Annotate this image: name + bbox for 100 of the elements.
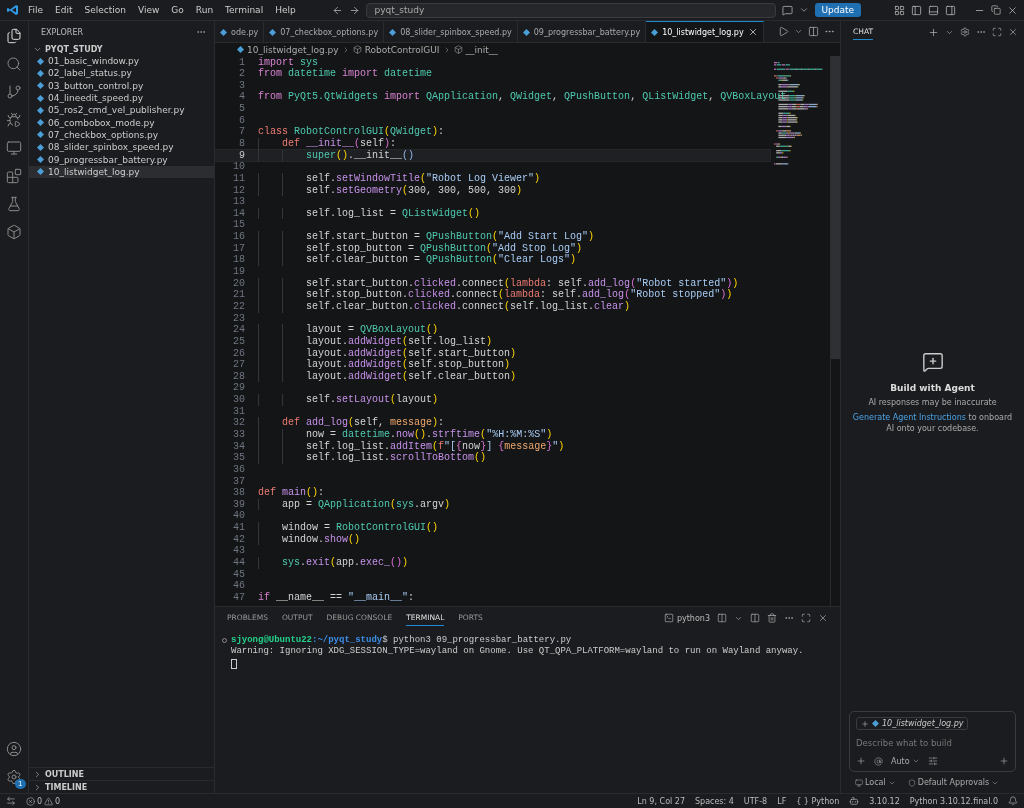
shell-label[interactable]: python3 bbox=[676, 613, 710, 623]
code-line: self.setLayout(layout) bbox=[258, 394, 439, 406]
line-number: 5 bbox=[238, 103, 245, 115]
indentation[interactable]: Spaces: 4 bbox=[694, 796, 734, 806]
menu-item[interactable]: Go bbox=[168, 5, 187, 15]
line-number: 20 bbox=[232, 277, 245, 290]
menu-item[interactable]: Edit bbox=[52, 5, 76, 15]
code-line: self.setWindowTitle("Robot Log Viewer") bbox=[258, 172, 541, 185]
menu-item[interactable]: Terminal bbox=[222, 5, 267, 15]
chat-note: AI responses may be inaccurate bbox=[867, 396, 998, 408]
warning-count[interactable]: 0 bbox=[55, 796, 61, 806]
line-number: 8 bbox=[238, 138, 245, 150]
line-number: 25 bbox=[232, 335, 245, 348]
cursor-position[interactable]: Ln 9, Col 27 bbox=[637, 796, 685, 806]
breadcrumb-item[interactable]: 10_listwidget_log.py bbox=[247, 44, 339, 55]
menu-item[interactable]: Help bbox=[272, 5, 299, 15]
chat-input-box[interactable]: 10_listwidget_log.py Describe what to build Auto bbox=[849, 711, 1016, 772]
code-line: self.start_button = QPushButton("Add Start Log") bbox=[258, 231, 595, 243]
generate-instructions-link[interactable]: Generate Agent Instructions bbox=[852, 412, 966, 422]
mode-dropdown[interactable]: Auto bbox=[891, 756, 920, 766]
menu-item[interactable]: View bbox=[135, 5, 163, 15]
code-line: self.stop_button = QPushButton("Add Stop Log") bbox=[258, 242, 583, 255]
code-line: layout.addWidget(self.clear_button) bbox=[258, 370, 517, 383]
menu-item[interactable]: File bbox=[25, 5, 47, 15]
code-line: self.log_list = QListWidget() bbox=[258, 207, 481, 220]
explorer-title: EXPLORER bbox=[41, 27, 83, 37]
explorer-file-row[interactable]: 05_ros2_cmd_vel_publisher.py bbox=[29, 104, 214, 117]
editor-tab[interactable]: 10_listwidget_log.py bbox=[646, 21, 764, 42]
explorer-file-row[interactable]: 03_button_control.py bbox=[29, 79, 214, 92]
line-number: 30 bbox=[232, 394, 245, 406]
line-number: 33 bbox=[232, 429, 245, 441]
attached-file-chip[interactable]: 10_listwidget_log.py bbox=[856, 717, 969, 730]
explorer-file-row[interactable]: 07_checkbox_options.py bbox=[29, 128, 214, 142]
editor-tab[interactable]: 08_slider_spinbox_speed.py bbox=[384, 21, 518, 42]
python-version[interactable]: 3.10.12 bbox=[869, 796, 900, 806]
code-line: layout.addWidget(self.start_button) bbox=[258, 347, 517, 360]
line-number: 3 bbox=[238, 79, 245, 92]
line-number: 23 bbox=[232, 312, 245, 325]
line-ending[interactable]: LF bbox=[777, 796, 787, 806]
line-number: 34 bbox=[232, 440, 245, 453]
command-center-field[interactable]: pyqt_study bbox=[365, 2, 776, 18]
menu-item[interactable]: Run bbox=[192, 5, 217, 15]
line-number: 42 bbox=[232, 533, 245, 546]
explorer-file-row[interactable]: 10_listwidget_log.py bbox=[29, 165, 214, 178]
line-number: 44 bbox=[232, 557, 245, 569]
explorer-file-row[interactable]: 01_basic_window.py bbox=[29, 55, 214, 68]
code-line: self.start_button.clicked.connect(lambda: self.add_log("Robot started")) bbox=[258, 277, 739, 290]
code-line: self.log_list.addItem(f"[{now}] {message}") bbox=[258, 440, 565, 453]
line-number: 32 bbox=[232, 417, 245, 429]
line-number: 10 bbox=[232, 161, 245, 173]
section-header[interactable]: TIMELINE bbox=[29, 780, 214, 793]
code-line: self.clear_button.clicked.connect(self.log_list.clear) bbox=[258, 300, 631, 313]
explorer-file-row[interactable]: 02_label_status.py bbox=[29, 67, 214, 80]
code-line: window = RobotControlGUI() bbox=[258, 522, 439, 534]
line-number: 18 bbox=[232, 254, 245, 267]
line-number: 12 bbox=[232, 184, 245, 197]
line-number: 38 bbox=[232, 487, 245, 499]
line-number: 31 bbox=[232, 405, 245, 418]
chat-input-field[interactable]: Describe what to build bbox=[856, 736, 1009, 750]
section-header[interactable]: OUTLINE bbox=[29, 767, 214, 780]
prompt-user: sjyong@Ubuntu22 bbox=[231, 635, 312, 646]
line-number: 22 bbox=[232, 300, 245, 313]
code-line: def __init__(self): bbox=[258, 138, 397, 150]
line-number: 36 bbox=[232, 463, 245, 476]
encoding[interactable]: UTF-8 bbox=[743, 796, 768, 806]
line-number: 1 bbox=[238, 56, 245, 69]
editor-tab[interactable]: ode.py bbox=[215, 21, 265, 42]
breadcrumb-item[interactable]: RobotControlGUI bbox=[364, 44, 440, 55]
explorer-file-row[interactable]: 09_progressbar_battery.py bbox=[29, 153, 214, 166]
explorer-file-row[interactable]: 06_combobox_mode.py bbox=[29, 116, 214, 129]
code-line: if __name__ == "__main__": bbox=[258, 591, 415, 604]
interpreter[interactable]: Python 3.10.12.final.0 bbox=[909, 796, 998, 806]
line-number: 13 bbox=[232, 196, 245, 208]
location-dropdown[interactable]: Local bbox=[855, 778, 896, 787]
code-line: window.show() bbox=[258, 533, 361, 546]
line-number: 37 bbox=[232, 475, 245, 488]
explorer-file-row[interactable]: 08_slider_spinbox_speed.py bbox=[29, 141, 214, 154]
explorer-file-row[interactable]: 04_lineedit_speed.py bbox=[29, 91, 214, 105]
code-line: layout = QVBoxLayout() bbox=[258, 324, 439, 336]
chat-heading: Build with Agent bbox=[890, 382, 975, 393]
folder-row[interactable]: PYQT_STUDY bbox=[29, 43, 214, 55]
line-number: 39 bbox=[232, 498, 245, 511]
error-count[interactable]: 0 bbox=[37, 796, 43, 806]
line-number: 26 bbox=[232, 347, 245, 360]
line-number: 17 bbox=[232, 242, 245, 255]
code-line: def add_log(self, message): bbox=[258, 417, 445, 429]
breadcrumb-item[interactable]: __init__ bbox=[465, 44, 498, 55]
line-number: 47 bbox=[232, 591, 245, 604]
code-line: sys.exit(app.exec_()) bbox=[258, 557, 409, 569]
menu-item[interactable]: Selection bbox=[81, 5, 129, 15]
language-mode[interactable]: { } Python bbox=[796, 796, 840, 806]
line-number: 24 bbox=[232, 324, 245, 336]
editor-tab[interactable]: 07_checkbox_options.py bbox=[264, 21, 385, 42]
line-number: 28 bbox=[232, 370, 245, 383]
approvals-dropdown[interactable]: Default Approvals bbox=[907, 778, 1000, 787]
code-line: import sys bbox=[258, 56, 319, 68]
code-line: class RobotControlGUI(QWidget): bbox=[258, 126, 445, 138]
update-button[interactable]: Update bbox=[814, 3, 862, 17]
code-line: def main(): bbox=[258, 487, 325, 499]
line-number: 27 bbox=[232, 359, 245, 371]
